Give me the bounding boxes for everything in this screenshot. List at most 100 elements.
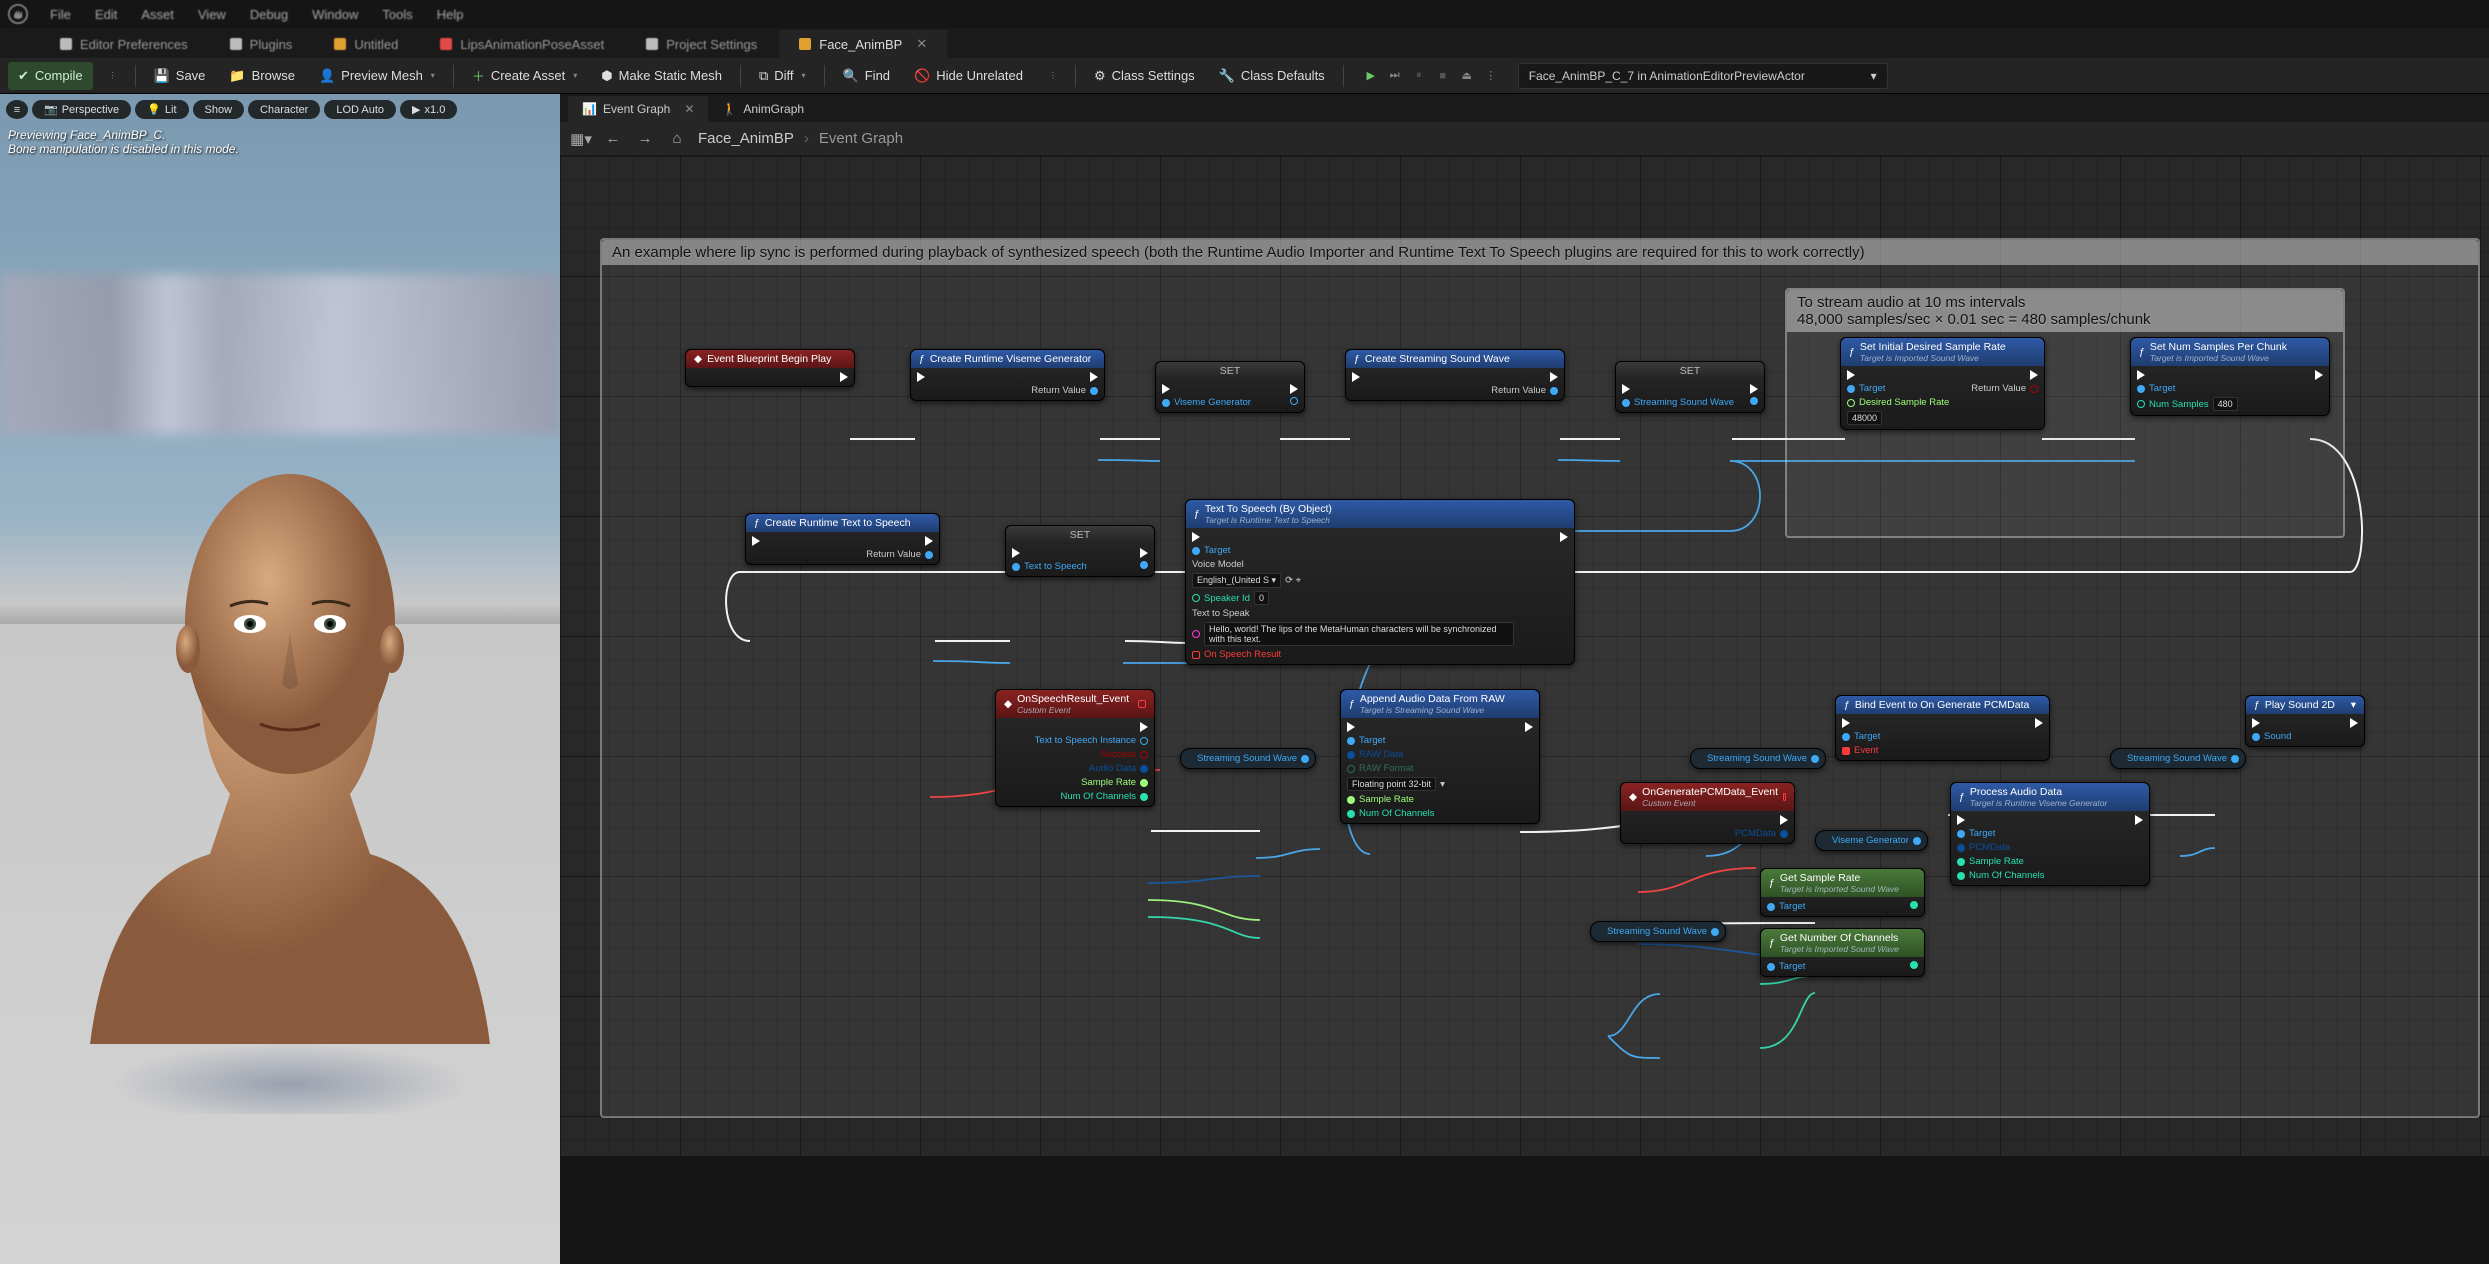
node-get-num-channels[interactable]: ƒGet Number Of ChannelsTarget is Importe… bbox=[1760, 928, 1925, 977]
step-button[interactable]: ⏭ bbox=[1384, 65, 1406, 87]
pin-label: Desired Sample Rate bbox=[1859, 397, 1949, 408]
node-subtitle: Custom Event bbox=[1642, 798, 1778, 808]
nav-back-button[interactable]: ← bbox=[602, 128, 624, 150]
lod-dropdown[interactable]: LOD Auto bbox=[324, 100, 396, 119]
tab-anim-graph[interactable]: 🚶AnimGraph bbox=[708, 96, 818, 122]
node-on-speech-event[interactable]: ◆OnSpeechResult_EventCustom Event Text t… bbox=[995, 689, 1155, 807]
pin-label: Speaker Id bbox=[1204, 593, 1250, 604]
comment-title: An example where lip sync is performed d… bbox=[602, 240, 2478, 265]
node-get-sample-rate[interactable]: ƒGet Sample RateTarget is Imported Sound… bbox=[1760, 868, 1925, 917]
menu-debug[interactable]: Debug bbox=[238, 7, 300, 22]
create-asset-dropdown[interactable]: ＋Create Asset▾ bbox=[462, 62, 587, 90]
tab-plugins[interactable]: Plugins bbox=[210, 30, 313, 58]
node-on-pcm-event[interactable]: ◆OnGeneratePCMData_EventCustom Event PCM… bbox=[1620, 782, 1795, 844]
node-subtitle: Target is Runtime Text to Speech bbox=[1205, 515, 1332, 525]
preview-mesh-dropdown[interactable]: 👤Preview Mesh▾ bbox=[309, 62, 445, 90]
show-dropdown[interactable]: Show bbox=[193, 100, 245, 119]
stop-button[interactable]: ■ bbox=[1432, 65, 1454, 87]
node-bind-event[interactable]: ƒBind Event to On Generate PCMData Targe… bbox=[1835, 695, 2050, 761]
node-var-viseme-generator[interactable]: Viseme Generator bbox=[1815, 830, 1928, 851]
tab-face-animbp[interactable]: Face_AnimBP✕ bbox=[779, 30, 947, 58]
pause-button[interactable]: ⏸ bbox=[1408, 65, 1430, 87]
overlay-line-1: Previewing Face_AnimBP_C. bbox=[8, 128, 239, 142]
viewport-canvas[interactable] bbox=[0, 94, 560, 1156]
save-button[interactable]: 💾Save bbox=[144, 62, 216, 90]
viewport-overlay-text: Previewing Face_AnimBP_C. Bone manipulat… bbox=[8, 128, 239, 156]
pin-label: Num Of Channels bbox=[1969, 870, 2045, 881]
wrench-icon: 🔧 bbox=[1219, 68, 1235, 84]
node-set-initial-rate[interactable]: ƒSet Initial Desired Sample RateTarget i… bbox=[1840, 337, 2045, 430]
node-set-tts[interactable]: SET Text to Speech bbox=[1005, 525, 1155, 577]
hide-unrelated-dropdown[interactable]: ⋮ bbox=[1037, 62, 1067, 90]
menu-edit[interactable]: Edit bbox=[83, 7, 129, 22]
num-samples-input[interactable]: 480 bbox=[2213, 397, 2238, 411]
diff-dropdown[interactable]: ⧉Diff▾ bbox=[749, 62, 816, 90]
node-create-tts[interactable]: ƒCreate Runtime Text to Speech Return Va… bbox=[745, 513, 940, 565]
hide-unrelated-button[interactable]: 🚫Hide Unrelated bbox=[904, 62, 1033, 90]
class-settings-button[interactable]: ⚙Class Settings bbox=[1084, 62, 1205, 90]
graph-home-button[interactable]: ⌂ bbox=[666, 128, 688, 150]
tab-project-settings[interactable]: Project Settings bbox=[626, 30, 777, 58]
node-var-streaming-wave-3[interactable]: Streaming Sound Wave bbox=[2110, 748, 2246, 769]
menu-view[interactable]: View bbox=[186, 7, 238, 22]
node-create-viseme[interactable]: ƒCreate Runtime Viseme Generator Return … bbox=[910, 349, 1105, 401]
node-set-streaming-wave[interactable]: SET Streaming Sound Wave bbox=[1615, 361, 1765, 413]
make-static-mesh-button[interactable]: ⬢Make Static Mesh bbox=[591, 62, 732, 90]
perspective-dropdown[interactable]: 📷Perspective bbox=[32, 100, 131, 119]
tab-event-graph[interactable]: 📊Event Graph✕ bbox=[568, 96, 708, 122]
tab-label: Project Settings bbox=[666, 37, 757, 52]
chevron-down-icon[interactable]: ▾ bbox=[2351, 699, 2356, 711]
breadcrumb-asset[interactable]: Face_AnimBP bbox=[698, 130, 794, 147]
node-var-streaming-wave-2[interactable]: Streaming Sound Wave bbox=[1690, 748, 1826, 769]
speaker-id-input[interactable]: 0 bbox=[1254, 591, 1269, 605]
nav-forward-button[interactable]: → bbox=[634, 128, 656, 150]
compile-button[interactable]: ✔Compile bbox=[8, 62, 93, 90]
node-play-sound-2d[interactable]: ƒPlay Sound 2D▾ Sound bbox=[2245, 695, 2365, 747]
graph-canvas[interactable]: An example where lip sync is performed d… bbox=[560, 156, 2489, 1156]
event-icon: ◆ bbox=[1004, 698, 1012, 710]
lit-dropdown[interactable]: 💡Lit bbox=[135, 100, 188, 119]
tab-label: AnimGraph bbox=[743, 102, 804, 116]
viewport-options-button[interactable]: ≡ bbox=[6, 100, 28, 119]
class-defaults-button[interactable]: 🔧Class Defaults bbox=[1209, 62, 1335, 90]
close-icon[interactable]: ✕ bbox=[916, 36, 927, 52]
raw-format-input[interactable]: Floating point 32-bit bbox=[1347, 777, 1436, 791]
debug-object-dropdown[interactable]: Face_AnimBP_C_7 in AnimationEditorPrevie… bbox=[1518, 63, 1888, 89]
node-var-streaming-wave-4[interactable]: Streaming Sound Wave bbox=[1590, 921, 1726, 942]
browse-button[interactable]: 📁Browse bbox=[219, 62, 305, 90]
menu-tools[interactable]: Tools bbox=[370, 7, 424, 22]
graph-menu-button[interactable]: ▦▾ bbox=[570, 128, 592, 150]
func-icon: ƒ bbox=[754, 517, 760, 529]
node-set-viseme[interactable]: SET Viseme Generator bbox=[1155, 361, 1305, 413]
node-create-streaming-wave[interactable]: ƒCreate Streaming Sound Wave Return Valu… bbox=[1345, 349, 1565, 401]
menu-window[interactable]: Window bbox=[300, 7, 370, 22]
play-options-dropdown[interactable]: ⋮ bbox=[1480, 65, 1502, 87]
compile-dropdown[interactable]: ⋮ bbox=[97, 62, 127, 90]
node-tts-by-object[interactable]: ƒText To Speech (By Object)Target is Run… bbox=[1185, 499, 1575, 665]
hide-unrelated-label: Hide Unrelated bbox=[936, 68, 1023, 83]
character-dropdown[interactable]: Character bbox=[248, 100, 320, 119]
play-button[interactable]: ▶ bbox=[1360, 65, 1382, 87]
eject-button[interactable]: ⏏ bbox=[1456, 65, 1478, 87]
node-begin-play[interactable]: ◆Event Blueprint Begin Play bbox=[685, 349, 855, 387]
node-process-audio[interactable]: ƒProcess Audio DataTarget is Runtime Vis… bbox=[1950, 782, 2150, 886]
menu-help[interactable]: Help bbox=[425, 7, 476, 22]
diff-label: Diff bbox=[774, 68, 793, 83]
tab-editor-prefs[interactable]: Editor Preferences bbox=[40, 30, 208, 58]
node-append-audio[interactable]: ƒAppend Audio Data From RAWTarget is Str… bbox=[1340, 689, 1540, 824]
tab-untitled[interactable]: Untitled bbox=[314, 30, 418, 58]
find-button[interactable]: 🔍Find bbox=[833, 62, 900, 90]
node-var-streaming-wave-1[interactable]: Streaming Sound Wave bbox=[1180, 748, 1316, 769]
menu-asset[interactable]: Asset bbox=[129, 7, 186, 22]
voice-model-input[interactable]: English_(United S ▾ bbox=[1192, 573, 1281, 588]
desired-rate-input[interactable]: 48000 bbox=[1847, 411, 1882, 425]
node-title: SET bbox=[1680, 365, 1700, 377]
menu-file[interactable]: File bbox=[38, 7, 83, 22]
node-title: Text To Speech (By Object) bbox=[1205, 503, 1332, 515]
text-to-speak-input[interactable]: Hello, world! The lips of the MetaHuman … bbox=[1204, 622, 1514, 646]
playrate-dropdown[interactable]: ▶x1.0 bbox=[400, 100, 457, 119]
viewport-pane[interactable]: ≡ 📷Perspective 💡Lit Show Character LOD A… bbox=[0, 94, 560, 1156]
tab-lips-pose-asset[interactable]: LipsAnimationPoseAsset bbox=[420, 30, 624, 58]
node-set-num-samples[interactable]: ƒSet Num Samples Per ChunkTarget is Impo… bbox=[2130, 337, 2330, 416]
close-icon[interactable]: ✕ bbox=[684, 102, 694, 116]
